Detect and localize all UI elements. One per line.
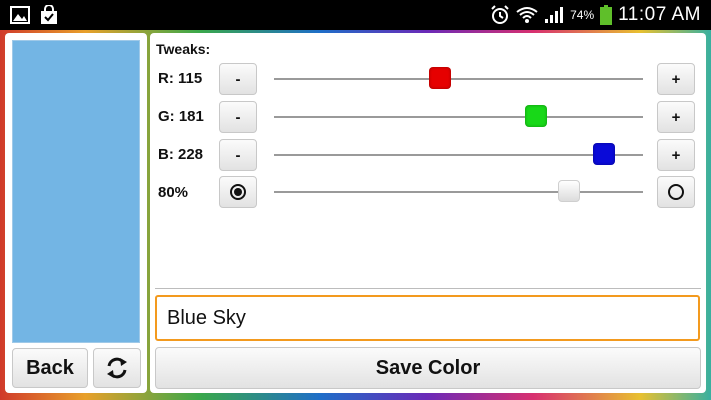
opacity-clear-button[interactable] <box>657 176 695 208</box>
battery-percent: 74% <box>570 8 595 22</box>
wifi-icon <box>516 6 538 24</box>
divider <box>155 288 701 289</box>
green-increase-button[interactable]: + <box>657 101 695 133</box>
blue-increase-button[interactable]: + <box>657 139 695 171</box>
tweaks-panel: Tweaks: R: 115 - + G: 181 - + B: 228 - +… <box>150 33 706 393</box>
opacity-value-label: 80% <box>158 184 189 201</box>
swap-button[interactable] <box>93 348 141 388</box>
blue-slider-thumb[interactable] <box>592 143 615 165</box>
opacity-full-button[interactable] <box>219 176 257 208</box>
save-color-button[interactable]: Save Color <box>155 347 701 389</box>
alarm-icon <box>490 5 510 25</box>
gallery-icon <box>10 6 30 24</box>
color-name-input[interactable] <box>155 295 700 341</box>
green-slider-thumb[interactable] <box>524 105 547 127</box>
opacity-slider-thumb[interactable] <box>558 180 581 202</box>
filled-circle-icon <box>230 184 246 200</box>
red-decrease-button[interactable]: - <box>219 63 257 95</box>
empty-circle-icon <box>668 184 684 200</box>
blue-slider-track[interactable] <box>274 154 643 156</box>
back-button[interactable]: Back <box>12 348 88 388</box>
red-slider-thumb[interactable] <box>429 67 452 89</box>
red-value-label: R: 115 <box>158 70 203 87</box>
red-slider-track[interactable] <box>274 78 643 80</box>
color-preview-panel: Back <box>5 33 147 393</box>
opacity-slider-track[interactable] <box>274 191 643 193</box>
signal-icon <box>544 6 564 24</box>
red-increase-button[interactable]: + <box>657 63 695 95</box>
green-slider-track[interactable] <box>274 116 643 118</box>
green-value-label: G: 181 <box>158 108 204 125</box>
green-decrease-button[interactable]: - <box>219 101 257 133</box>
battery-icon <box>600 5 613 25</box>
tweaks-heading: Tweaks: <box>156 41 211 57</box>
blue-value-label: B: 228 <box>158 146 204 163</box>
swap-arrows-icon <box>105 356 129 380</box>
color-swatch <box>12 40 140 343</box>
blue-decrease-button[interactable]: - <box>219 139 257 171</box>
status-bar: 74% 11:07 AM <box>0 0 711 30</box>
clock: 11:07 AM <box>618 4 701 25</box>
shopping-bag-icon <box>40 5 58 25</box>
